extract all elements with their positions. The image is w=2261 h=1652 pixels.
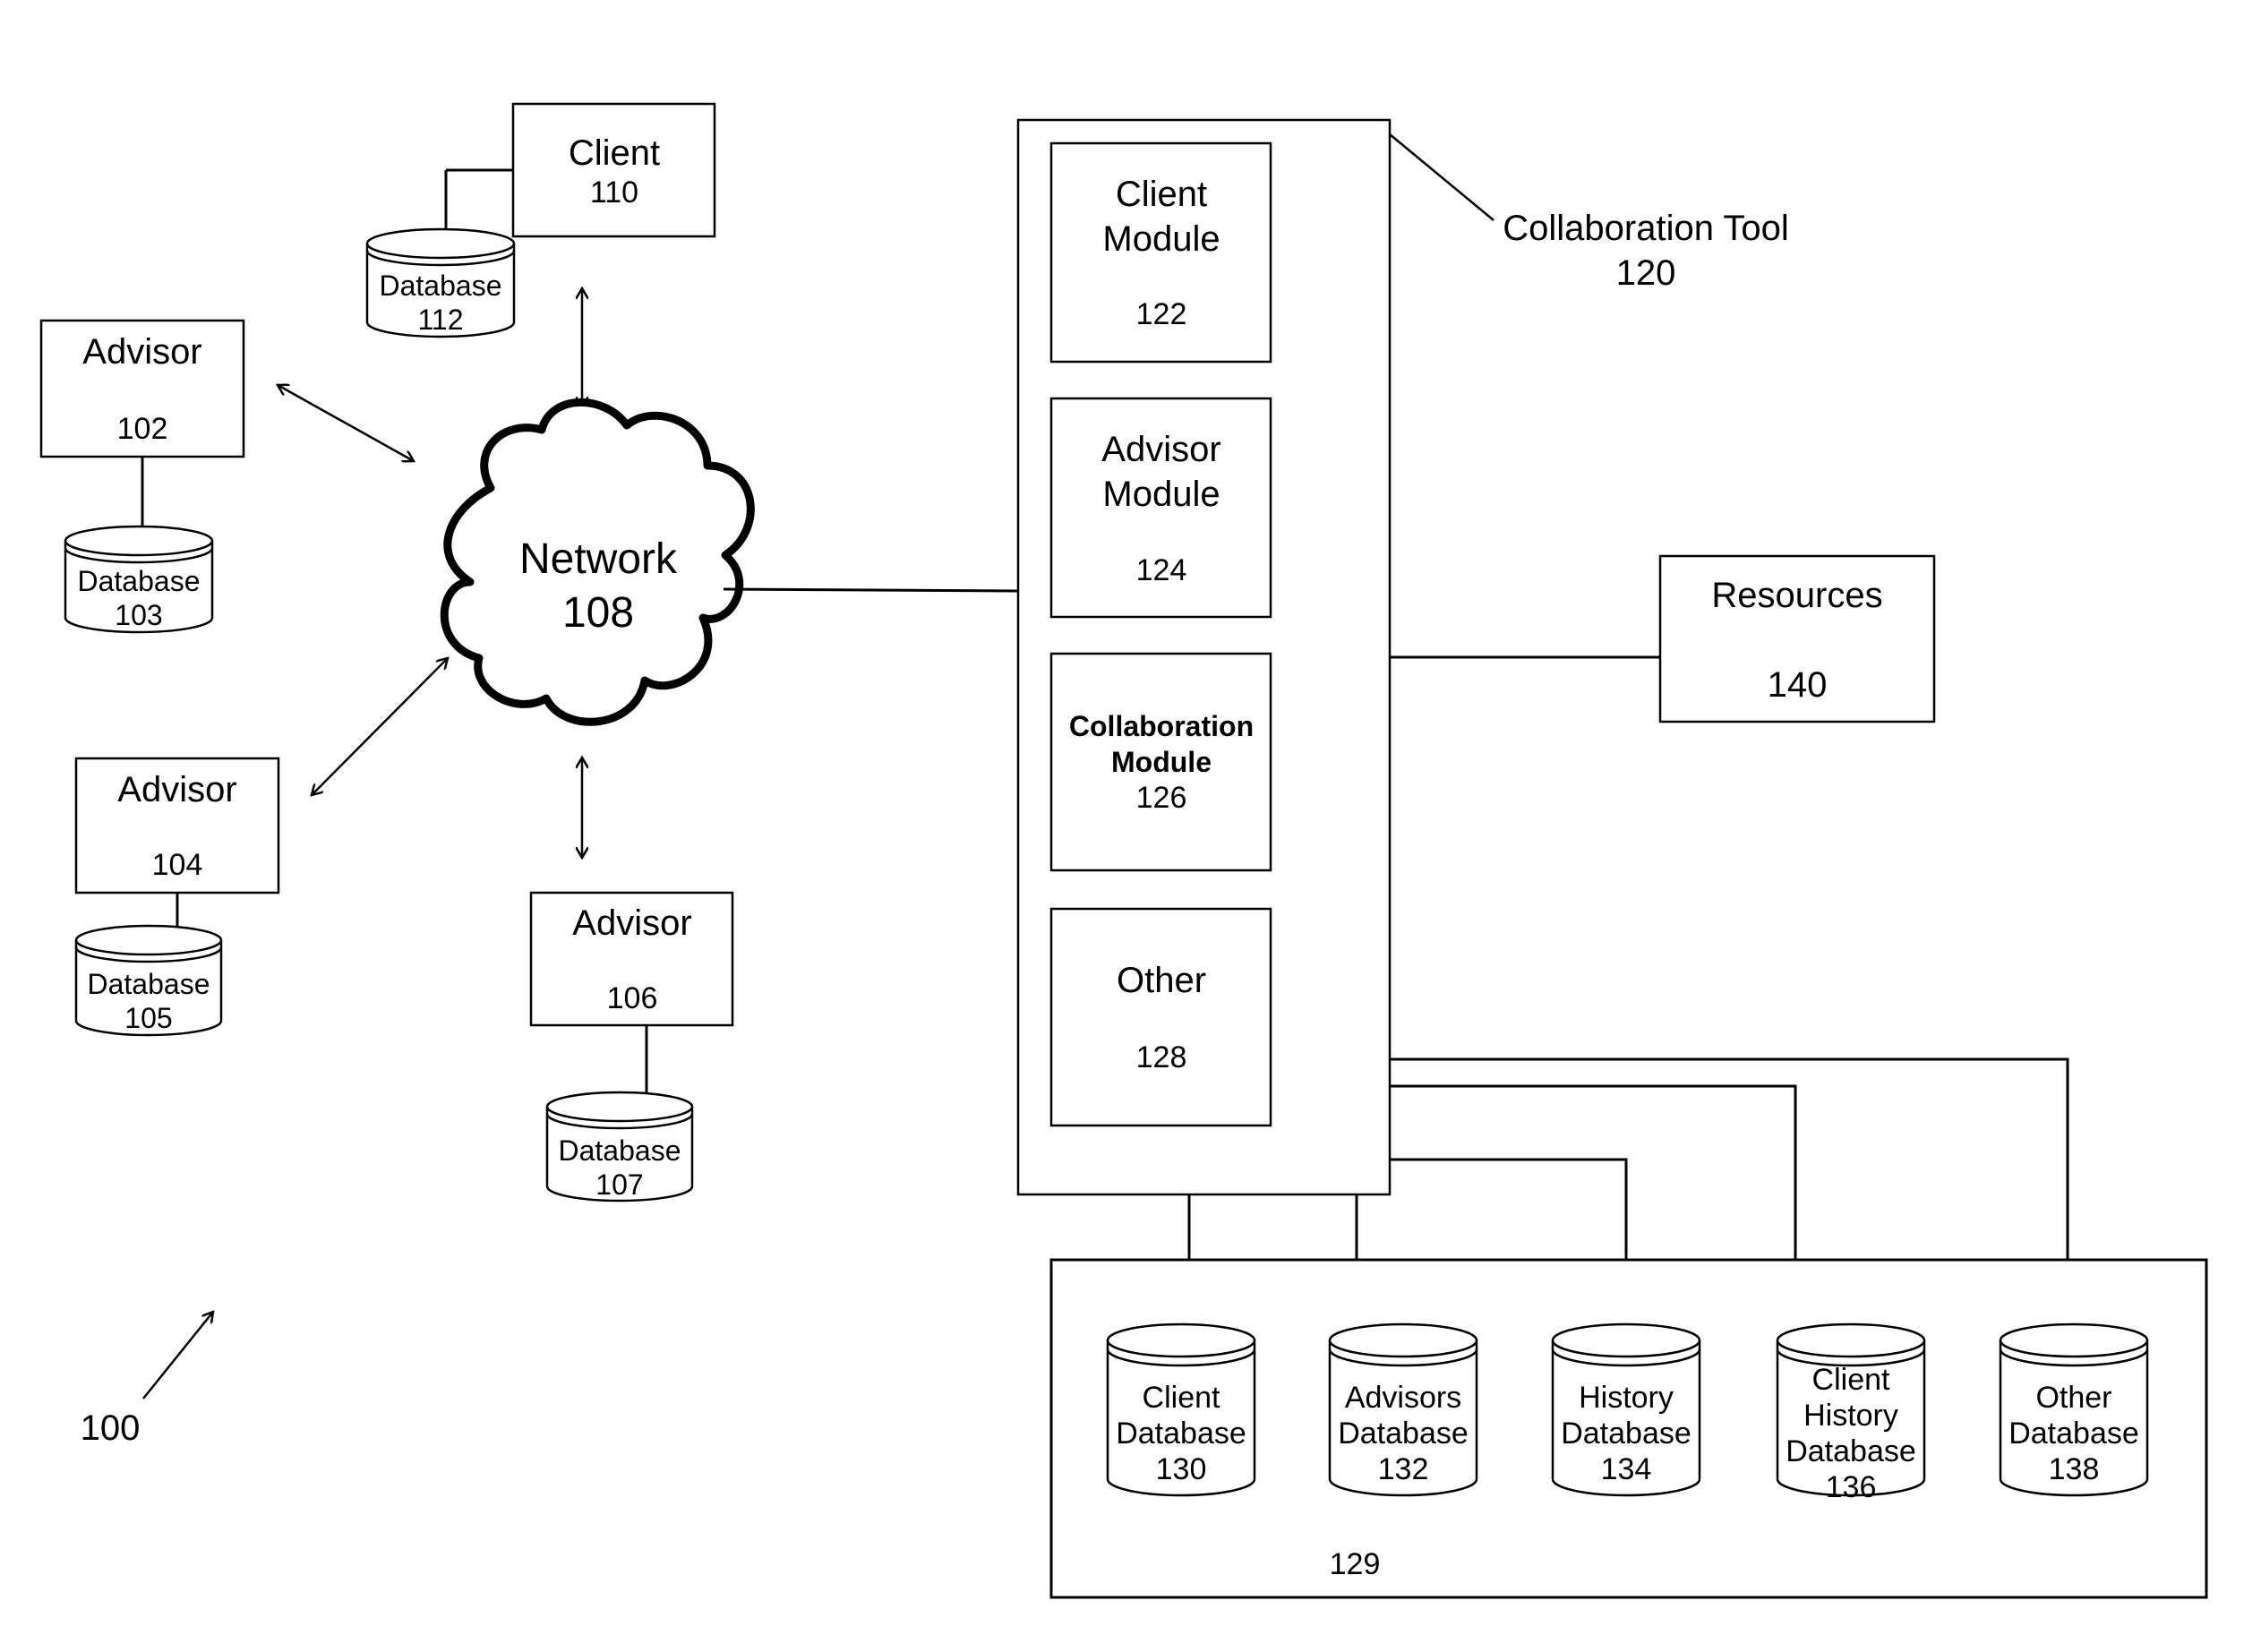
resources-id: 140 bbox=[1768, 665, 1828, 705]
database-label-line: Database bbox=[1116, 1417, 1246, 1451]
database-label-line: 134 bbox=[1601, 1452, 1652, 1486]
client-module: Client Module 122 bbox=[1049, 141, 1272, 364]
database-id: 107 bbox=[595, 1168, 643, 1201]
database-label-line: History bbox=[1803, 1399, 1898, 1433]
database-label: Database bbox=[559, 1134, 681, 1167]
database-group-id: 129 bbox=[1330, 1547, 1381, 1581]
advisor-106-node: Advisor 106 bbox=[529, 891, 734, 1094]
database-cylinder-top bbox=[1106, 1322, 1256, 1358]
database-cylinder-top bbox=[74, 924, 223, 956]
database-label: Database bbox=[78, 565, 201, 597]
collaboration-tool-id: 120 bbox=[1616, 253, 1676, 293]
database-label-line: Database bbox=[2008, 1417, 2139, 1451]
module-id: 126 bbox=[1136, 781, 1187, 815]
database-label-line: Database bbox=[1338, 1417, 1469, 1451]
client-label: Client bbox=[569, 133, 660, 173]
database-label-line: Database bbox=[1561, 1417, 1691, 1451]
advisor-label: Advisor bbox=[82, 332, 201, 372]
module-id: 122 bbox=[1136, 297, 1187, 331]
advisor-102-node: Advisor 102 bbox=[39, 319, 245, 528]
advisor-104-node: Advisor 104 bbox=[74, 757, 280, 928]
advisor-id: 106 bbox=[607, 981, 658, 1015]
arrow-advisor102-network bbox=[278, 385, 414, 461]
database-label-line: Advisors bbox=[1345, 1381, 1461, 1415]
database-label-line: Client bbox=[1143, 1381, 1220, 1415]
module-label-line1: Other bbox=[1117, 961, 1206, 1000]
module-id: 128 bbox=[1136, 1040, 1187, 1074]
database-cylinder-top bbox=[1328, 1322, 1478, 1358]
database-id: 112 bbox=[417, 304, 463, 336]
module-label-line2: Module bbox=[1102, 219, 1220, 259]
module-box bbox=[1049, 907, 1272, 1127]
arrow-advisor104-network bbox=[312, 658, 448, 795]
resources-node: Resources 140 bbox=[1658, 554, 1936, 723]
network-id: 108 bbox=[562, 589, 634, 637]
client-node: Client 110 bbox=[444, 102, 716, 238]
database-id: 105 bbox=[124, 1002, 172, 1034]
database-cylinder-top bbox=[365, 227, 516, 260]
database-label-line: 138 bbox=[2049, 1452, 2100, 1486]
database-cylinder: HistoryDatabase134 bbox=[1551, 1322, 1701, 1497]
database-107: Database 107 bbox=[545, 1091, 694, 1203]
database-cylinder: ClientHistoryDatabase136 bbox=[1776, 1322, 1926, 1504]
network-label: Network bbox=[519, 535, 678, 583]
client-id: 110 bbox=[590, 175, 638, 210]
figure-label-arrow bbox=[142, 1312, 213, 1399]
database-cylinder-top bbox=[545, 1091, 694, 1123]
database-cylinder: AdvisorsDatabase132 bbox=[1328, 1322, 1478, 1497]
database-label-line: 130 bbox=[1156, 1452, 1207, 1486]
database-cylinder: ClientDatabase130 bbox=[1106, 1322, 1256, 1497]
database-id: 103 bbox=[115, 599, 162, 631]
other-module: Other 128 bbox=[1049, 907, 1272, 1127]
database-label-line: History bbox=[1579, 1381, 1674, 1415]
figure-label: 100 bbox=[81, 1408, 141, 1448]
database-cylinder-top bbox=[1551, 1322, 1701, 1358]
collaboration-module: Collaboration Module 126 bbox=[1049, 652, 1272, 872]
database-cylinder-top bbox=[1999, 1322, 2149, 1358]
module-label-line2: Module bbox=[1111, 746, 1212, 778]
database-cylinder: OtherDatabase138 bbox=[1999, 1322, 2149, 1497]
advisor-module: Advisor Module 124 bbox=[1049, 397, 1272, 619]
database-112: Database 112 bbox=[365, 227, 516, 338]
database-label: Database bbox=[380, 270, 502, 302]
collaboration-tool: Client Module 122 Advisor Module 124 Col… bbox=[1016, 118, 1392, 1196]
collaboration-tool-callout-line bbox=[1389, 133, 1494, 221]
module-label-line1: Client bbox=[1116, 175, 1207, 214]
advisor-label: Advisor bbox=[572, 903, 691, 943]
database-label-line: Database bbox=[1786, 1434, 1916, 1468]
system-diagram: Client 110 Database 112 Advisor 102 Data… bbox=[39, 102, 2208, 1599]
module-label-line1: Collaboration bbox=[1069, 710, 1254, 742]
resources-label: Resources bbox=[1711, 576, 1882, 615]
database-cylinder-top bbox=[1776, 1322, 1926, 1358]
module-label-line1: Advisor bbox=[1101, 430, 1220, 469]
advisor-label: Advisor bbox=[117, 770, 236, 809]
advisor-id: 102 bbox=[117, 412, 168, 446]
module-id: 124 bbox=[1136, 553, 1187, 587]
network-tool-connector bbox=[723, 587, 1019, 593]
module-label-line2: Module bbox=[1102, 475, 1220, 514]
database-103: Database 103 bbox=[64, 525, 214, 634]
database-label-line: Client bbox=[1812, 1363, 1890, 1397]
database-label-line: Other bbox=[2035, 1381, 2111, 1415]
network-cloud: Network 108 bbox=[440, 398, 755, 726]
database-label-line: 136 bbox=[1826, 1470, 1877, 1504]
database-cylinder-top bbox=[64, 525, 214, 557]
database-label-line: 132 bbox=[1378, 1452, 1429, 1486]
collaboration-tool-label: Collaboration Tool bbox=[1503, 209, 1788, 248]
database-105: Database 105 bbox=[74, 924, 223, 1037]
database-label: Database bbox=[88, 968, 210, 1000]
advisor-id: 104 bbox=[152, 848, 203, 882]
